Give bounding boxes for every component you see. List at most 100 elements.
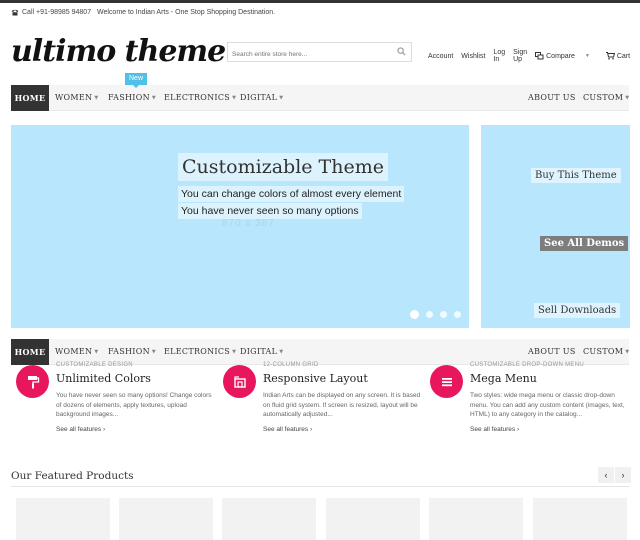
phone-icon bbox=[11, 9, 19, 16]
hero-slider[interactable]: 870 x 387 Customizable Theme You can cha… bbox=[11, 125, 469, 328]
chevron-right-icon: › bbox=[102, 426, 106, 433]
chevron-right-icon: › bbox=[309, 426, 313, 433]
chevron-down-icon: ▼ bbox=[232, 349, 237, 355]
nav-custom-label: CUSTOM bbox=[583, 93, 624, 102]
nav-women[interactable]: WOMEN ▼ bbox=[55, 85, 98, 111]
feature-title: Mega Menu bbox=[470, 372, 537, 385]
buy-theme-button[interactable]: Buy This Theme bbox=[531, 168, 621, 183]
slider-dot[interactable] bbox=[410, 310, 419, 319]
see-features-label: See all features bbox=[56, 426, 102, 433]
nav-fashion[interactable]: FASHION ▼ bbox=[108, 85, 156, 111]
responsive-devices-icon bbox=[233, 375, 246, 388]
featured-products-title: Our Featured Products bbox=[11, 470, 134, 482]
slide-headline: Customizable Theme bbox=[178, 153, 388, 181]
see-features-link[interactable]: See all features › bbox=[56, 426, 105, 433]
chevron-down-icon: ▼ bbox=[279, 95, 284, 101]
nav-women-label: WOMEN bbox=[55, 347, 93, 356]
chevron-down-icon: ▼ bbox=[151, 349, 157, 355]
search-box bbox=[227, 42, 412, 64]
account-link[interactable]: Account bbox=[428, 53, 453, 60]
carousel-prev-button[interactable]: ‹ bbox=[598, 467, 614, 483]
nav-custom-label: CUSTOM bbox=[583, 347, 624, 356]
phone-info: Call +91-98985 94807 bbox=[11, 9, 91, 16]
chevron-down-icon: ▼ bbox=[584, 53, 590, 59]
new-badge: New bbox=[125, 73, 148, 88]
search-icon[interactable] bbox=[397, 47, 406, 56]
carousel-next-button[interactable]: › bbox=[615, 467, 631, 483]
nav-women-label: WOMEN bbox=[55, 93, 93, 102]
side-banner: Buy This Theme See All Demos Sell Downlo… bbox=[481, 125, 630, 328]
nav-electronics[interactable]: ELECTRONICS ▼ bbox=[164, 339, 236, 365]
feature-icon-circle bbox=[430, 365, 463, 398]
nav-about[interactable]: ABOUT US bbox=[528, 85, 576, 111]
slide-text-1: You can change colors of almost every el… bbox=[178, 186, 405, 202]
nav-fashion-label: FASHION bbox=[108, 347, 150, 356]
paint-roller-icon bbox=[27, 375, 39, 388]
chevron-down-icon: ▼ bbox=[279, 349, 284, 355]
sell-downloads-button[interactable]: Sell Downloads bbox=[534, 303, 621, 318]
feature-subtitle: 12-COLUMN GRID bbox=[263, 362, 319, 368]
product-card[interactable] bbox=[533, 498, 627, 540]
product-card[interactable] bbox=[119, 498, 213, 540]
feature-subtitle: CUSTOMIZABLE DROP-DOWN MENU bbox=[470, 362, 584, 368]
see-demos-button[interactable]: See All Demos bbox=[540, 236, 629, 251]
account-links: Account Wishlist Log In Sign Up Compare … bbox=[428, 49, 640, 63]
chevron-down-icon: ▼ bbox=[625, 349, 630, 355]
feature-title: Responsive Layout bbox=[263, 372, 368, 385]
nav-home[interactable]: HOME bbox=[11, 339, 49, 365]
product-card[interactable] bbox=[429, 498, 523, 540]
nav-electronics-label: ELECTRONICS bbox=[164, 347, 231, 356]
phone-text: Call +91-98985 94807 bbox=[22, 9, 92, 16]
nav-custom[interactable]: CUSTOM ▼ bbox=[583, 85, 629, 111]
product-card[interactable] bbox=[16, 498, 110, 540]
nav-home[interactable]: HOME bbox=[11, 85, 49, 111]
product-card[interactable] bbox=[222, 498, 316, 540]
chevron-down-icon: ▼ bbox=[232, 95, 237, 101]
menu-list-icon bbox=[441, 377, 452, 386]
nav-fashion-label: FASHION bbox=[108, 93, 150, 102]
see-features-label: See all features bbox=[470, 426, 516, 433]
see-features-link[interactable]: See all features › bbox=[263, 426, 312, 433]
cart-link[interactable]: Cart ▼ bbox=[605, 52, 640, 60]
chevron-down-icon: ▼ bbox=[94, 95, 99, 101]
nav-digital[interactable]: DIGITAL ▼ bbox=[240, 85, 283, 111]
nav-digital-label: DIGITAL bbox=[240, 93, 278, 102]
feature-title: Unlimited Colors bbox=[56, 372, 151, 385]
welcome-text: Welcome to Indian Arts - One Stop Shoppi… bbox=[97, 9, 276, 16]
chevron-down-icon: ▼ bbox=[151, 95, 157, 101]
divider bbox=[11, 486, 629, 487]
cart-label: Cart bbox=[616, 52, 631, 60]
top-bar: Call +91-98985 94807 Welcome to Indian A… bbox=[0, 3, 640, 23]
feature-icon-circle bbox=[16, 365, 49, 398]
wishlist-link[interactable]: Wishlist bbox=[461, 53, 485, 60]
product-card[interactable] bbox=[326, 498, 420, 540]
nav-electronics[interactable]: ELECTRONICS ▼ bbox=[164, 85, 236, 111]
nav-electronics-label: ELECTRONICS bbox=[164, 93, 231, 102]
slide-placeholder-size: 870 x 387 bbox=[222, 218, 275, 229]
nav-digital-label: DIGITAL bbox=[240, 347, 278, 356]
signup-link[interactable]: Sign Up bbox=[513, 49, 527, 63]
main-nav: HOME WOMEN ▼ FASHION ▼ New ELECTRONICS ▼ DI… bbox=[11, 73, 629, 111]
chevron-down-icon: ▼ bbox=[625, 95, 630, 101]
slider-pagination bbox=[410, 310, 461, 319]
feature-subtitle: CUSTOMIZABLE DESIGN bbox=[56, 362, 133, 368]
slide-text-2: You have never seen so many options bbox=[178, 203, 362, 219]
site-logo[interactable]: ultimo theme bbox=[11, 32, 226, 72]
feature-icon-circle bbox=[223, 365, 256, 398]
slider-dot[interactable] bbox=[454, 311, 461, 318]
compare-label: Compare bbox=[546, 52, 575, 60]
cart-icon bbox=[605, 52, 615, 60]
search-input[interactable] bbox=[228, 45, 388, 64]
compare-link[interactable]: Compare ▼ bbox=[535, 52, 598, 60]
chevron-down-icon: ▼ bbox=[94, 349, 99, 355]
feature-description: Two styles: wide mega menu or classic dr… bbox=[470, 392, 625, 418]
compare-icon bbox=[535, 52, 544, 60]
slider-dot[interactable] bbox=[440, 311, 447, 318]
login-link[interactable]: Log In bbox=[493, 49, 505, 63]
slider-dot[interactable] bbox=[426, 311, 433, 318]
nav-custom[interactable]: CUSTOM ▼ bbox=[583, 339, 629, 365]
see-features-link[interactable]: See all features › bbox=[470, 426, 519, 433]
feature-description: You have never seen so many options! Cha… bbox=[56, 392, 212, 418]
chevron-right-icon: › bbox=[516, 426, 520, 433]
see-features-label: See all features bbox=[263, 426, 309, 433]
